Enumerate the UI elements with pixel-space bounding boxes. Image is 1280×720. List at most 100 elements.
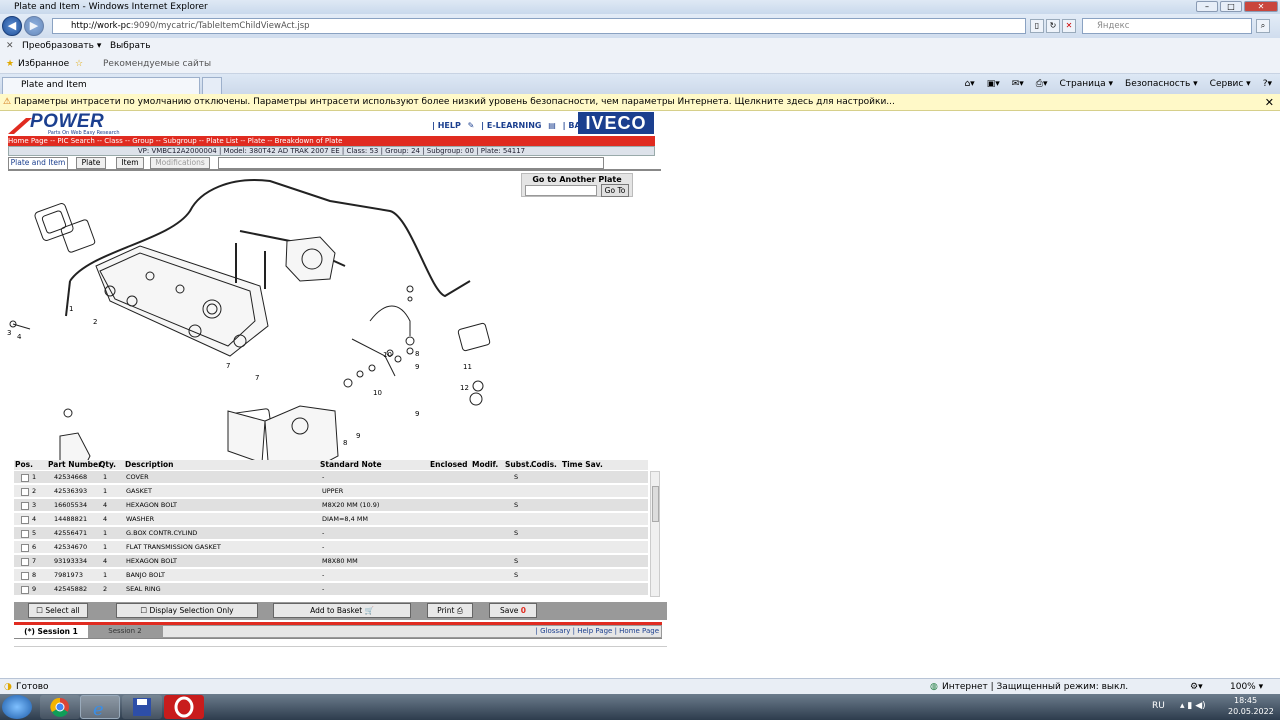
tab-plate[interactable]: Plate xyxy=(76,157,106,169)
table-row[interactable]: 5 42556471 1 G.BOX CONTR.CYLIND - S xyxy=(14,527,648,540)
tab-plate-and-item[interactable]: Plate and Item xyxy=(8,157,68,169)
select-all-button[interactable]: ☐ Select all xyxy=(28,603,88,618)
suggested-sites-link[interactable]: Рекомендуемые сайты xyxy=(103,54,211,74)
table-row[interactable]: 4 14488821 4 WASHER DIAM=8,4 MM xyxy=(14,513,648,526)
table-scrollbar[interactable] xyxy=(650,471,660,597)
goto-plate-input[interactable] xyxy=(525,185,597,196)
close-window-button[interactable]: ✕ xyxy=(1244,1,1278,12)
table-row[interactable]: 9 42545882 2 SEAL RING - xyxy=(14,583,648,596)
elearning-link[interactable]: | E-LEARNING ▤ xyxy=(481,121,556,130)
row-checkbox[interactable] xyxy=(21,502,29,510)
help-icon[interactable]: ?▾ xyxy=(1263,77,1272,91)
search-input[interactable]: Яндекс xyxy=(1082,18,1252,34)
zoom-level[interactable]: 100% ▾ xyxy=(1230,679,1263,695)
callout-1[interactable]: 1 xyxy=(69,305,73,313)
callout-9c[interactable]: 9 xyxy=(356,432,360,440)
refresh-icon[interactable]: ↻ xyxy=(1046,19,1060,33)
security-menu[interactable]: Безопасность ▾ xyxy=(1125,77,1198,91)
session-1-tab[interactable]: (*) Session 1 xyxy=(14,625,88,638)
feeds-icon[interactable]: ▣▾ xyxy=(987,77,1000,91)
security-zone[interactable]: Интернет | Защищенный режим: выкл. xyxy=(942,679,1128,695)
add-favorite-icon[interactable]: ☆ xyxy=(75,54,83,74)
add-to-basket-button[interactable]: Add to Basket 🛒 xyxy=(273,603,411,618)
cell-part-number[interactable]: 42556471 xyxy=(54,527,87,540)
display-selection-button[interactable]: ☐ Display Selection Only xyxy=(116,603,258,618)
new-tab-button[interactable] xyxy=(202,77,222,94)
row-checkbox[interactable] xyxy=(21,474,29,482)
row-checkbox[interactable] xyxy=(21,530,29,538)
table-row[interactable]: 6 42534670 1 FLAT TRANSMISSION GASKET - xyxy=(14,541,648,554)
print-icon[interactable]: ⎙▾ xyxy=(1036,77,1048,91)
table-row[interactable]: 7 93193334 4 HEXAGON BOLT M8X80 MM S xyxy=(14,555,648,568)
mail-icon[interactable]: ✉▾ xyxy=(1012,77,1024,91)
browser-tab-active[interactable]: Plate and Item xyxy=(2,77,200,94)
callout-9a[interactable]: 9 xyxy=(415,363,419,371)
protected-mode-icon[interactable]: ⚙▾ xyxy=(1190,679,1203,695)
start-button[interactable] xyxy=(2,695,32,719)
intranet-info-bar[interactable]: ⚠ Параметры интрасети по умолчанию отклю… xyxy=(0,94,1280,111)
tab-item[interactable]: Item xyxy=(116,157,144,169)
close-info-bar-icon[interactable]: ✕ xyxy=(1265,94,1274,111)
close-icon[interactable]: ✕ xyxy=(6,38,14,54)
url-field[interactable]: http://work-pc:9090/mycatric/TableItemCh… xyxy=(52,18,1026,34)
table-row[interactable]: 3 16605534 4 HEXAGON BOLT M8X20 MM (10.9) S xyxy=(14,499,648,512)
help-page-link[interactable]: Help Page xyxy=(577,627,612,635)
compat-view-icon[interactable]: ▯ xyxy=(1030,19,1044,33)
row-checkbox[interactable] xyxy=(21,488,29,496)
callout-10b[interactable]: 10 xyxy=(373,389,382,397)
callout-3[interactable]: 3 xyxy=(7,329,11,337)
callout-7a[interactable]: 7 xyxy=(226,362,230,370)
chrome-taskbar-icon[interactable] xyxy=(40,695,80,719)
row-checkbox[interactable] xyxy=(21,544,29,552)
save-button[interactable]: Save 0 xyxy=(489,603,537,618)
print-button[interactable]: Print ⎙ xyxy=(427,603,473,618)
minimize-button[interactable]: – xyxy=(1196,1,1218,12)
row-checkbox[interactable] xyxy=(21,586,29,594)
tray-icons[interactable]: ▴ ▮ ◀) xyxy=(1180,701,1206,711)
home-page-link[interactable]: Home Page xyxy=(619,627,659,635)
table-row[interactable]: 1 42534668 1 COVER - S xyxy=(14,471,648,484)
session-2-tab[interactable]: Session 2 xyxy=(88,625,162,638)
help-link[interactable]: | HELP ✎ xyxy=(432,121,474,130)
row-checkbox[interactable] xyxy=(21,516,29,524)
cell-part-number[interactable]: 42534670 xyxy=(54,541,87,554)
cell-part-number[interactable]: 16605534 xyxy=(54,499,87,512)
cell-part-number[interactable]: 42536393 xyxy=(54,485,87,498)
home-icon[interactable]: ⌂▾ xyxy=(964,77,974,91)
maximize-button[interactable]: □ xyxy=(1220,1,1242,12)
cell-part-number[interactable]: 14488821 xyxy=(54,513,87,526)
forward-button[interactable]: ▶ xyxy=(24,16,44,36)
callout-4[interactable]: 4 xyxy=(17,333,22,341)
callout-8b[interactable]: 8 xyxy=(343,439,347,447)
page-menu[interactable]: Страница ▾ xyxy=(1060,77,1114,91)
cell-part-number[interactable]: 7981973 xyxy=(54,569,83,582)
stop-icon[interactable]: ✕ xyxy=(1062,19,1076,33)
callout-2[interactable]: 2 xyxy=(93,318,97,326)
breadcrumb[interactable]: Home Page -- PIC Search -- Class -- Grou… xyxy=(8,136,655,146)
glossary-link[interactable]: Glossary xyxy=(540,627,570,635)
exploded-parts-diagram[interactable]: 1 2 3 4 5 6 7 7 8 8 9 9 9 10 10 11 12 xyxy=(0,171,520,461)
cell-part-number[interactable]: 42545882 xyxy=(54,583,87,596)
cell-part-number[interactable]: 93193334 xyxy=(54,555,87,568)
table-row[interactable]: 2 42536393 1 GASKET UPPER xyxy=(14,485,648,498)
table-row[interactable]: 8 7981973 1 BANJO BOLT - S xyxy=(14,569,648,582)
tab-modifications[interactable]: Modifications xyxy=(150,157,210,169)
callout-10a[interactable]: 10 xyxy=(383,351,392,359)
callout-9b[interactable]: 9 xyxy=(415,410,419,418)
search-icon[interactable]: ⌕ xyxy=(1256,19,1270,33)
callout-11[interactable]: 11 xyxy=(463,363,472,371)
opera-taskbar-icon[interactable] xyxy=(164,695,204,719)
translate-button[interactable]: Преобразовать ▾ xyxy=(22,38,101,54)
select-button[interactable]: Выбрать xyxy=(110,38,151,54)
back-button[interactable]: ◀ xyxy=(2,16,22,36)
scrollbar-thumb[interactable] xyxy=(652,486,659,522)
language-indicator[interactable]: RU xyxy=(1152,701,1165,711)
app-taskbar-icon[interactable] xyxy=(122,695,162,719)
ie-taskbar-icon[interactable]: e xyxy=(80,695,120,720)
row-checkbox[interactable] xyxy=(21,558,29,566)
service-menu[interactable]: Сервис ▾ xyxy=(1210,77,1251,91)
callout-12[interactable]: 12 xyxy=(460,384,469,392)
row-checkbox[interactable] xyxy=(21,572,29,580)
goto-button[interactable]: Go To xyxy=(601,184,629,197)
callout-7b[interactable]: 7 xyxy=(255,374,259,382)
